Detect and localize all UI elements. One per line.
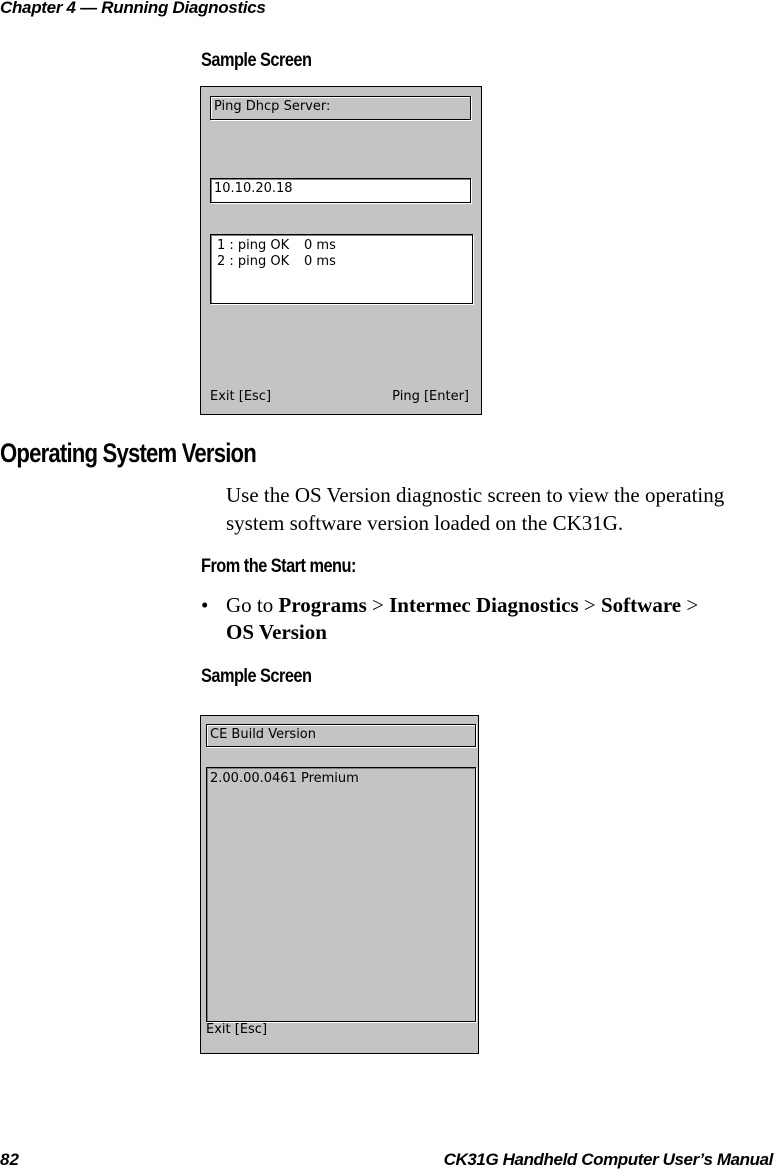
exit-button[interactable]: Exit [Esc]	[206, 1022, 267, 1037]
path-separator: >	[686, 593, 699, 617]
ping-result-time: 0 ms	[304, 254, 336, 269]
path-separator: >	[583, 593, 596, 617]
ping-result-status: 1 : ping OK	[217, 238, 290, 253]
sample-screen-heading-2: Sample Screen	[201, 666, 312, 687]
ping-result-status: 2 : ping OK	[217, 254, 290, 269]
ping-dhcp-screen: Ping Dhcp Server: 10.10.20.18 1 : ping O…	[200, 86, 482, 415]
server-address-field[interactable]: 10.10.20.18	[210, 178, 471, 203]
ce-build-version-label: CE Build Version	[206, 724, 476, 747]
menu-path-programs: Programs	[278, 593, 367, 617]
section-description: Use the OS Version diagnostic screen to …	[226, 483, 725, 535]
ping-button[interactable]: Ping [Enter]	[392, 389, 469, 404]
sample-screen-heading-1: Sample Screen	[201, 50, 312, 71]
step-prefix: Go to	[226, 593, 274, 617]
menu-path-intermec-diagnostics: Intermec Diagnostics	[389, 593, 579, 617]
running-header: Chapter 4 — Running Diagnostics	[0, 0, 266, 17]
procedure-heading: From the Start menu:	[201, 556, 356, 577]
version-display-box: 2.00.00.0461 Premium	[206, 767, 476, 1022]
running-footer: CK31G Handheld Computer User’s Manual	[443, 1150, 774, 1169]
version-value: 2.00.00.0461 Premium	[210, 771, 359, 786]
ping-result-row: 2 : ping OK 0 ms	[217, 254, 466, 270]
page-number: 82	[0, 1150, 19, 1169]
menu-path: Go to Programs > Intermec Diagnostics > …	[226, 592, 741, 646]
menu-path-os-version: OS Version	[226, 620, 327, 644]
ping-result-row: 1 : ping OK 0 ms	[217, 238, 466, 254]
path-separator: >	[372, 593, 384, 617]
bullet-icon: •	[201, 593, 209, 617]
os-version-screen: CE Build Version 2.00.00.0461 Premium Ex…	[200, 715, 479, 1054]
menu-path-software: Software	[601, 593, 682, 617]
ping-results-list[interactable]: 1 : ping OK 0 ms 2 : ping OK 0 ms	[210, 234, 473, 304]
section-heading-os-version: Operating System Version	[0, 438, 257, 468]
ping-result-time: 0 ms	[304, 238, 336, 253]
exit-button[interactable]: Exit [Esc]	[210, 389, 271, 404]
ping-dhcp-title-label: Ping Dhcp Server:	[210, 96, 471, 120]
